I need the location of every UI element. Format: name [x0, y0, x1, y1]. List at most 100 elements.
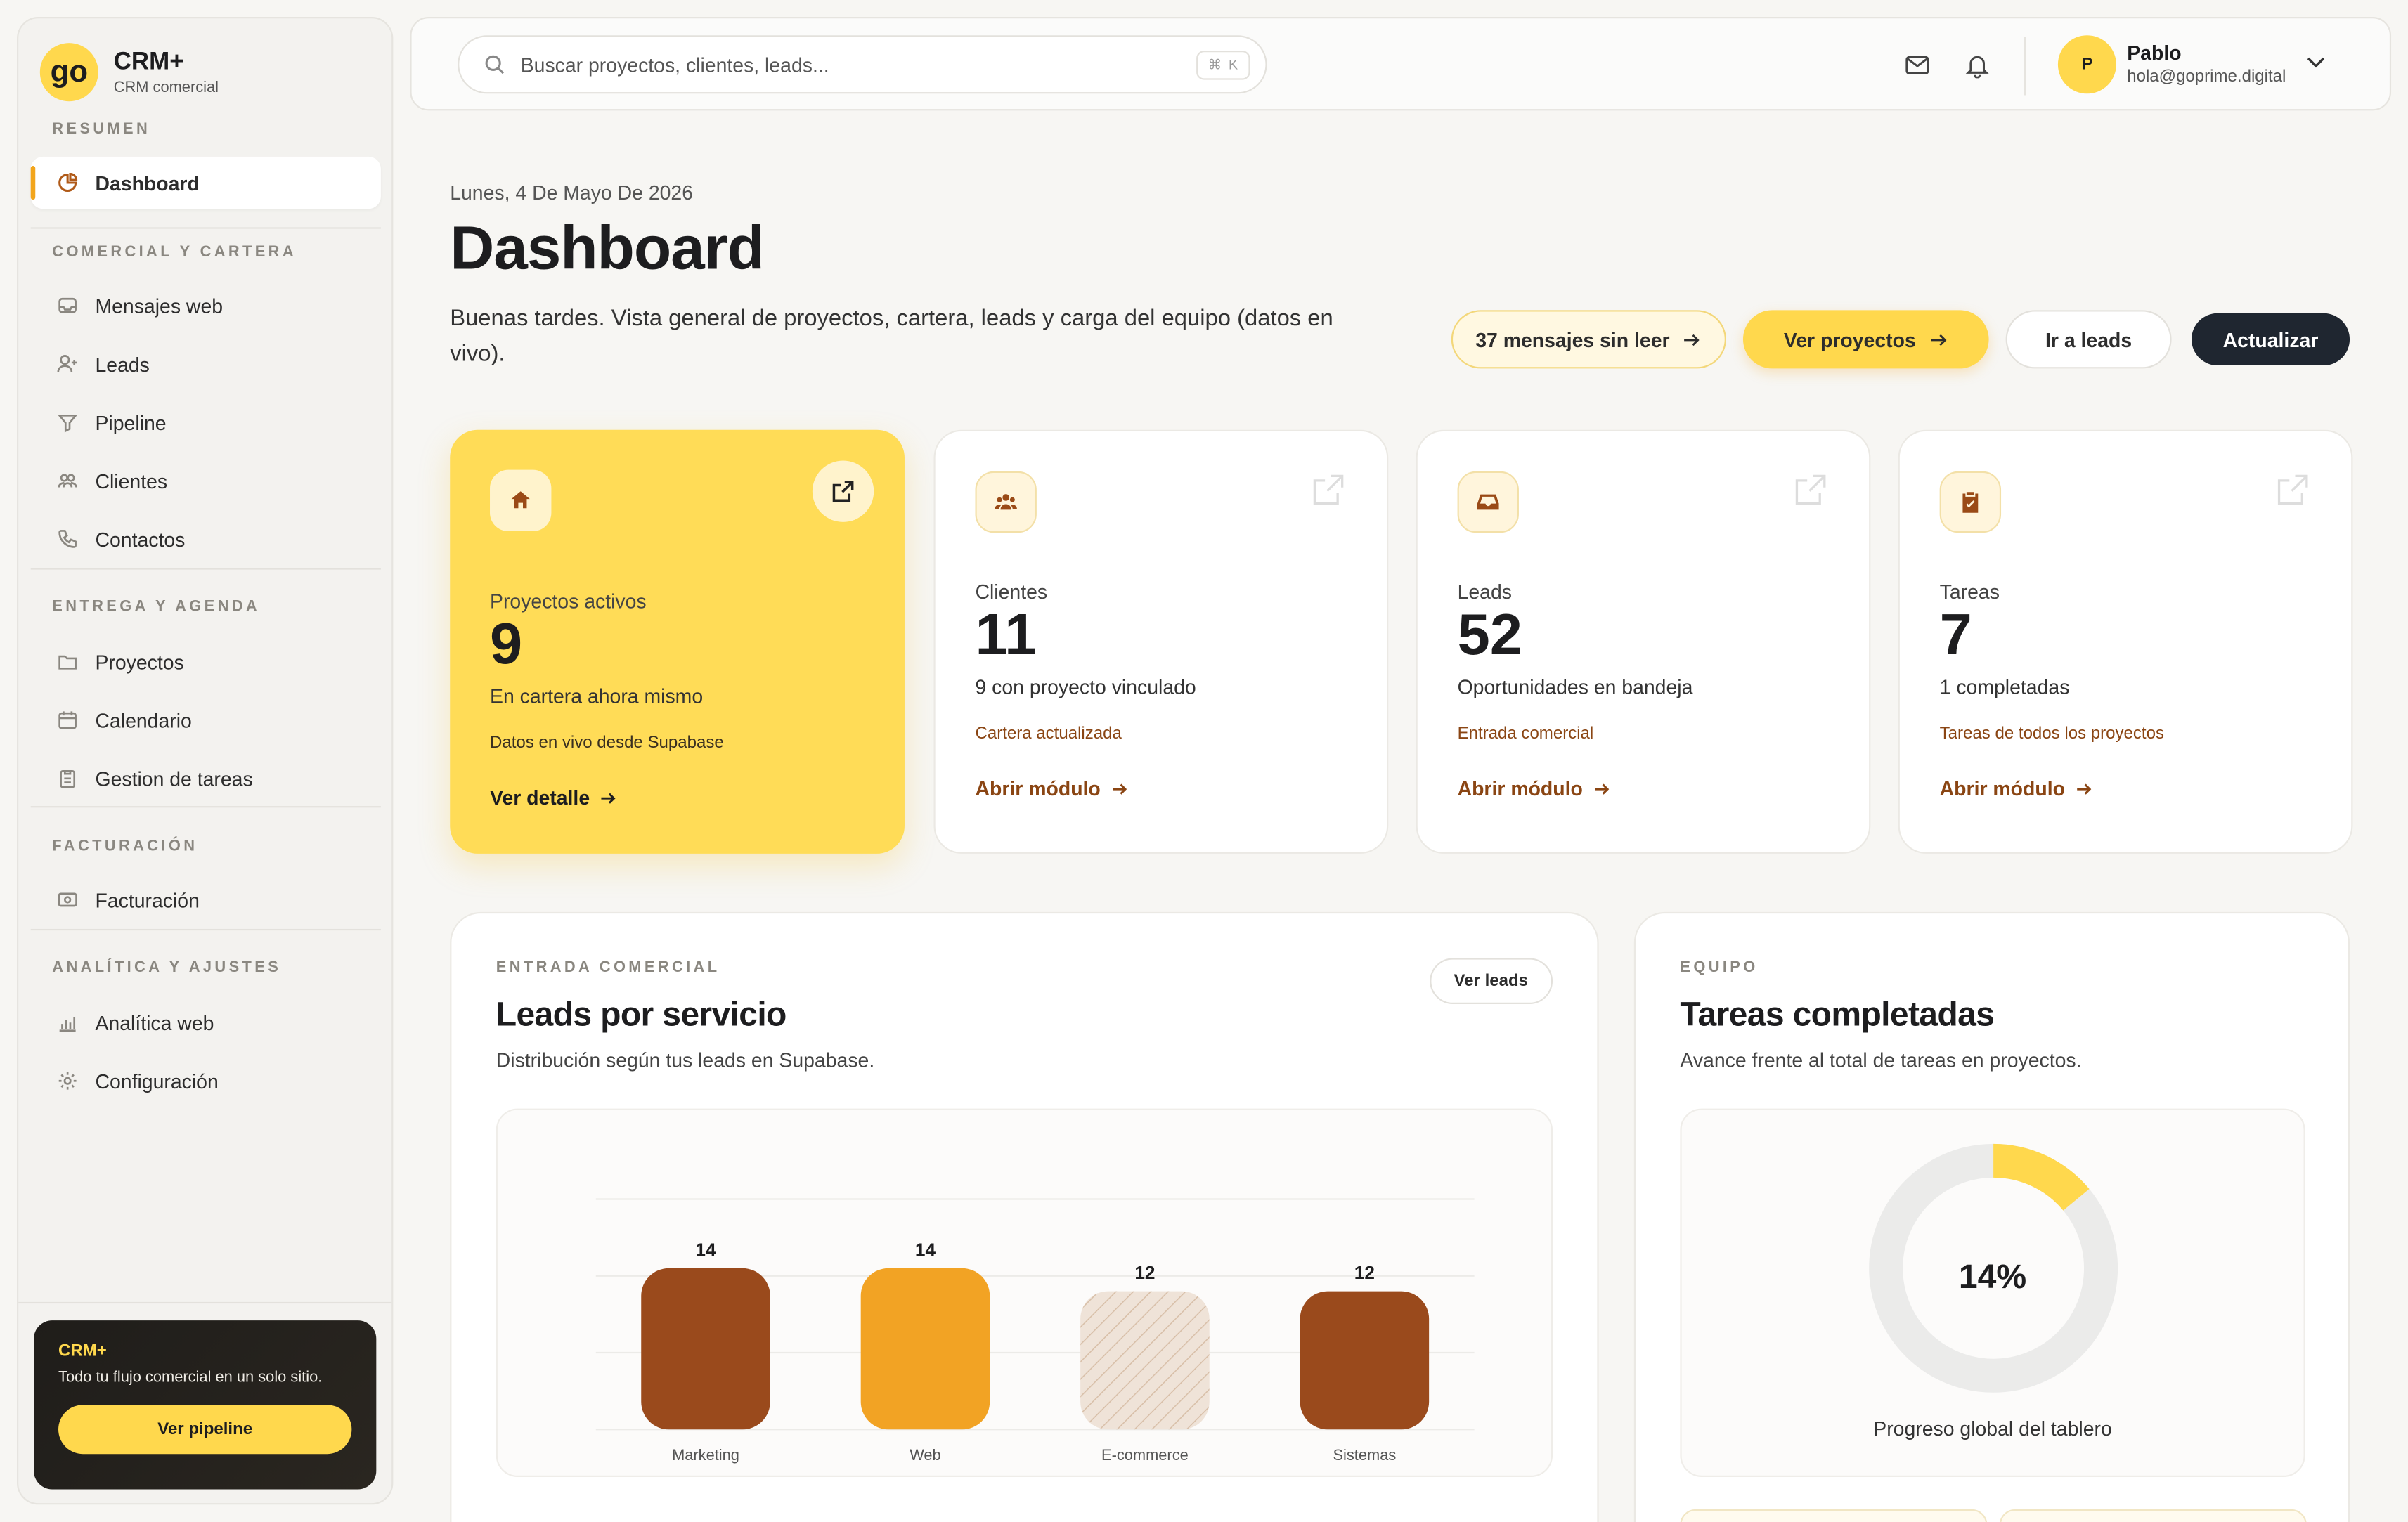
- kpi-link-label: Abrir módulo: [1457, 776, 1583, 800]
- bell-icon[interactable]: [1961, 49, 1992, 80]
- avatar[interactable]: P: [2057, 35, 2116, 94]
- sidebar: go CRM+ CRM comercial RESUMEN Dashboard …: [17, 17, 394, 1505]
- page-title: Dashboard: [450, 214, 765, 283]
- invoice-icon: [56, 887, 80, 912]
- kpi-note: Entrada comercial: [1457, 724, 1594, 743]
- kpi-label: Clientes: [975, 580, 1048, 604]
- chevron-down-icon[interactable]: [2304, 49, 2329, 82]
- refresh-button[interactable]: Actualizar: [2191, 313, 2350, 366]
- nav-section-facturacion: FACTURACIÓN: [52, 838, 198, 856]
- sidebar-item-configuracion[interactable]: Configuración: [31, 1055, 381, 1107]
- brand[interactable]: go CRM+ CRM comercial: [39, 43, 219, 102]
- sidebar-item-calendario[interactable]: Calendario: [31, 694, 381, 746]
- chart-data-label: 12: [1134, 1262, 1155, 1283]
- clipboard-check-icon: [1939, 471, 2002, 533]
- kpi-card-tareas[interactable]: Tareas 7 1 completadas Tareas de todos l…: [1898, 429, 2353, 854]
- nav-section-analitica: ANALÍTICA Y AJUSTES: [52, 959, 282, 977]
- kpi-link-label: Abrir módulo: [975, 776, 1101, 800]
- promo-card: CRM+ Todo tu flujo comercial en un solo …: [34, 1320, 377, 1490]
- panel-eyebrow: EQUIPO: [1680, 959, 1759, 977]
- go-to-leads-button[interactable]: Ir a leads: [2005, 310, 2172, 369]
- current-date: Lunes, 4 De Mayo De 2026: [450, 181, 694, 204]
- tasks-completed-panel: EQUIPO Tareas completadas Avance frente …: [1633, 911, 2350, 1522]
- kpi-card-leads[interactable]: Leads 52 Oportunidades en bandeja Entrad…: [1416, 429, 1871, 854]
- kpi-value: 9: [490, 612, 523, 677]
- kpi-card-clientes[interactable]: Clientes 11 9 con proyecto vinculado Car…: [933, 429, 1389, 854]
- external-link-icon[interactable]: [812, 460, 874, 522]
- kpi-description: 1 completadas: [1939, 675, 2070, 699]
- mail-icon[interactable]: [1901, 49, 1932, 80]
- unread-messages-button[interactable]: 37 mensajes sin leer: [1451, 310, 1726, 369]
- sidebar-item-proyectos[interactable]: Proyectos: [31, 636, 381, 688]
- users-icon: [56, 468, 80, 493]
- view-projects-button[interactable]: Ver proyectos: [1742, 310, 1989, 369]
- kpi-note: Datos en vivo desde Supabase: [490, 734, 724, 753]
- page-subtitle: Buenas tardes. Vista general de proyecto…: [450, 305, 1333, 368]
- sidebar-item-label: Configuración: [95, 1069, 219, 1093]
- panel-eyebrow: ENTRADA COMERCIAL: [496, 959, 720, 977]
- chart-bar[interactable]: [1080, 1291, 1210, 1430]
- nav-section-resumen: RESUMEN: [52, 121, 151, 138]
- divider: [18, 1301, 392, 1304]
- open-module-link[interactable]: Abrir módulo: [975, 777, 1128, 800]
- external-link-icon[interactable]: [1310, 471, 1347, 516]
- sidebar-item-contactos[interactable]: Contactos: [31, 513, 381, 565]
- search-shortcut: ⌘ K: [1197, 51, 1250, 80]
- sidebar-item-analitica-web[interactable]: Analítica web: [31, 996, 381, 1048]
- sidebar-item-mensajes-web[interactable]: Mensajes web: [31, 280, 381, 332]
- chart-category-label: Sistemas: [1333, 1446, 1396, 1464]
- kpi-description: 9 con proyecto vinculado: [975, 675, 1196, 699]
- panel-title: Leads por servicio: [496, 994, 787, 1034]
- open-module-link[interactable]: Abrir módulo: [1940, 777, 2093, 800]
- brand-name: CRM+: [113, 48, 184, 74]
- external-link-icon[interactable]: [2274, 471, 2311, 516]
- sidebar-item-label: Pipeline: [95, 410, 167, 434]
- kpi-description: En cartera ahora mismo: [490, 684, 704, 708]
- sidebar-item-label: Dashboard: [95, 171, 200, 195]
- sidebar-item-label: Analítica web: [95, 1010, 214, 1034]
- kpi-value: 52: [1457, 603, 1522, 668]
- sidebar-item-clientes[interactable]: Clientes: [31, 455, 381, 507]
- home-icon: [490, 469, 552, 532]
- chart-bar[interactable]: [860, 1268, 990, 1430]
- kpi-card-proyectos[interactable]: Proyectos activos 9 En cartera ahora mis…: [450, 429, 905, 854]
- view-leads-button[interactable]: Ver leads: [1429, 958, 1553, 1004]
- sidebar-item-gestion-tareas[interactable]: Gestion de tareas: [31, 753, 381, 805]
- arrow-right-icon: [1110, 779, 1128, 798]
- stat-chip: [1680, 1509, 1988, 1522]
- users-icon: [975, 471, 1037, 533]
- divider: [30, 806, 381, 808]
- arrow-right-icon: [1682, 330, 1702, 349]
- sidebar-item-dashboard[interactable]: Dashboard: [30, 156, 381, 209]
- view-pipeline-button[interactable]: Ver pipeline: [58, 1405, 352, 1455]
- open-module-link[interactable]: Abrir módulo: [1458, 777, 1611, 800]
- arrow-right-icon: [599, 788, 617, 807]
- sidebar-item-pipeline[interactable]: Pipeline: [31, 396, 381, 448]
- progress-caption: Progreso global del tablero: [1873, 1417, 2112, 1440]
- kpi-link-label: Ver detalle: [490, 786, 590, 809]
- inbox-icon: [1457, 471, 1519, 533]
- external-link-icon[interactable]: [1792, 471, 1829, 516]
- chart-data-label: 14: [915, 1239, 936, 1260]
- chart-bar[interactable]: [1300, 1291, 1430, 1430]
- chart-category-label: Web: [910, 1446, 941, 1464]
- sidebar-item-facturacion[interactable]: Facturación: [31, 873, 381, 925]
- chart-bar[interactable]: [641, 1268, 770, 1430]
- brand-logo: go: [39, 43, 98, 102]
- chart-category-label: Marketing: [672, 1446, 739, 1464]
- progress-percent: 14%: [1958, 1257, 2027, 1296]
- sidebar-item-label: Calendario: [95, 708, 192, 732]
- sidebar-item-leads[interactable]: Leads: [31, 338, 381, 390]
- kpi-link-label: Abrir módulo: [1939, 776, 2065, 800]
- clipboard-icon: [56, 766, 80, 791]
- stat-chip: [1999, 1509, 2307, 1522]
- arrow-right-icon: [1928, 330, 1948, 349]
- divider: [30, 928, 381, 931]
- kpi-label: Leads: [1457, 580, 1512, 604]
- search-input[interactable]: Buscar proyectos, clientes, leads... ⌘ K: [458, 35, 1267, 94]
- divider: [2024, 37, 2026, 96]
- user-name: Pablo: [2127, 41, 2182, 65]
- kpi-value: 11: [975, 603, 1037, 668]
- view-detail-link[interactable]: Ver detalle: [490, 786, 617, 809]
- folder-icon: [56, 649, 80, 674]
